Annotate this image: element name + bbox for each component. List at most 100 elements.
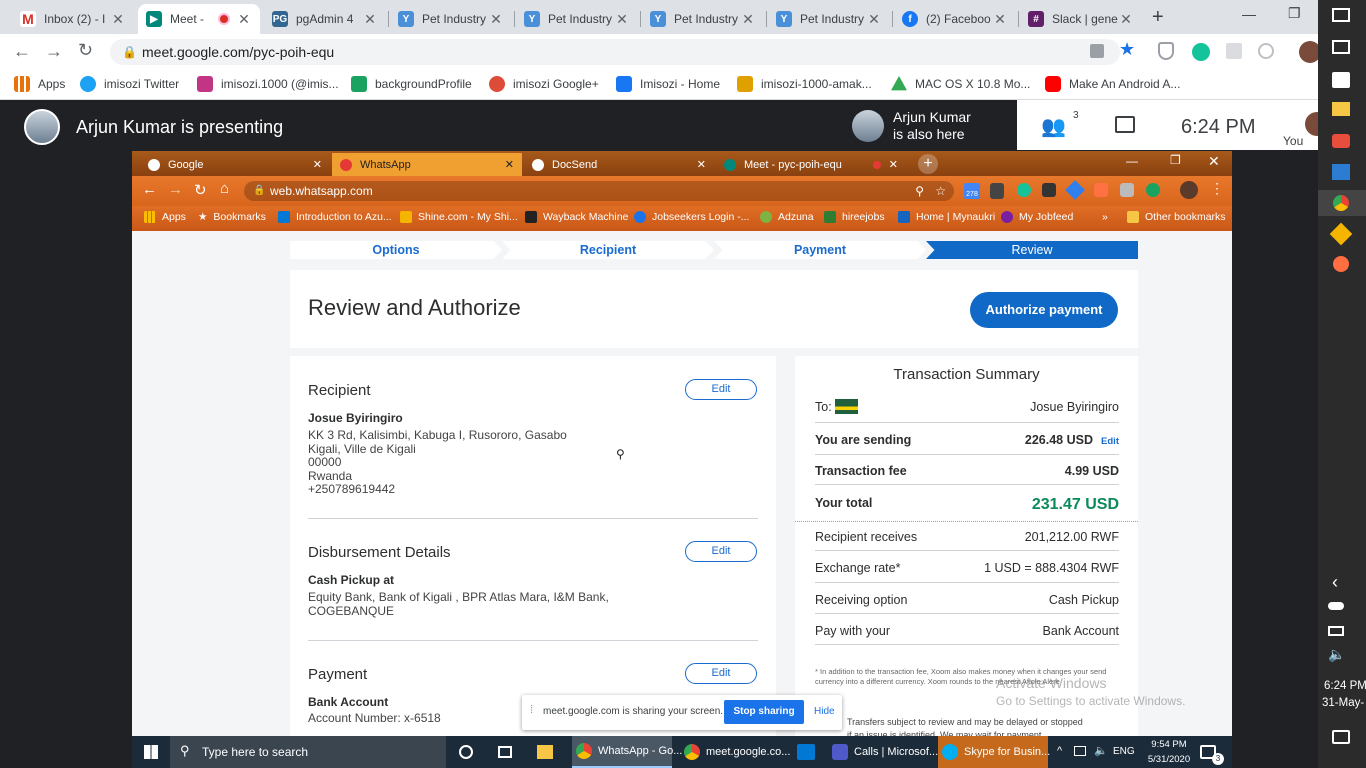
task-view-icon[interactable] [498,746,512,758]
edit-recipient-button[interactable]: Edit [685,379,757,400]
back-icon[interactable]: ← [13,41,31,62]
step-options[interactable]: Options [290,241,502,259]
bookmark-item[interactable]: Shine.com - My Shi... [400,211,518,223]
menu-icon[interactable]: ⋮ [1210,180,1224,197]
bookmark-apps[interactable]: Apps [14,76,65,92]
taskbar-meet[interactable]: meet.google.co... [680,736,790,768]
outer-tab-gmail[interactable]: M Inbox (2) - I ✕ [12,4,134,34]
explorer-icon[interactable] [537,745,553,759]
extension-icon[interactable] [1226,43,1242,59]
bookmark-item[interactable]: hireejobs [824,211,885,223]
tray-chevron-icon[interactable]: ^ [1057,745,1062,757]
app-icon[interactable] [1329,222,1353,246]
extension-icon[interactable] [1094,183,1108,197]
minimize-icon[interactable]: — [1242,6,1256,22]
onedrive-icon[interactable] [1328,602,1344,610]
inner-url-field[interactable]: 🔒 web.whatsapp.com ⚲ ☆ [244,181,954,201]
chat-icon[interactable] [1115,116,1135,133]
edit-amount-link[interactable]: Edit [1101,436,1119,447]
close-tab-icon[interactable]: ✕ [1118,11,1134,28]
outer-tab-pgadmin[interactable]: PG pgAdmin 4 ✕ [264,4,386,34]
bookmark-folder[interactable]: ★ Bookmarks [198,211,266,223]
new-tab-icon[interactable]: + [918,154,938,174]
edit-disbursement-button[interactable]: Edit [685,541,757,562]
volume-icon[interactable]: 🔈 [1328,646,1345,663]
zoom-icon[interactable]: ⚲ [915,181,924,201]
close-tab-icon[interactable]: ✕ [505,158,514,171]
close-tab-icon[interactable]: ✕ [362,11,378,28]
bookmark-star-icon[interactable]: ☆ [935,181,946,201]
grammarly-icon[interactable] [1192,43,1210,61]
extension-icon[interactable] [1120,183,1134,197]
bookmark-item[interactable]: MAC OS X 10.8 Mo... [891,76,1030,92]
store-icon[interactable] [1332,72,1350,88]
window-icon[interactable] [1332,40,1350,54]
reload-icon[interactable]: ↻ [194,181,207,199]
minimize-icon[interactable]: — [1126,154,1138,168]
volume-icon[interactable]: 🔈 [1094,744,1108,757]
extension-icon[interactable] [990,183,1004,199]
step-payment[interactable]: Payment [714,241,926,259]
forward-icon[interactable]: → [45,41,63,62]
bookmark-item[interactable]: My Jobfeed [1001,211,1073,223]
close-tab-icon[interactable]: ✕ [697,158,706,171]
outlook-icon[interactable] [797,744,815,760]
close-tab-icon[interactable]: ✕ [866,11,882,28]
inner-tab-whatsapp[interactable]: WhatsApp ✕ [332,153,522,176]
bookmark-item[interactable]: imisozi Twitter [80,76,179,92]
taskbar-clock[interactable]: 9:54 PM [1144,739,1194,750]
extension-icon[interactable] [1042,183,1056,197]
maximize-icon[interactable]: ❐ [1170,153,1181,167]
close-tab-icon[interactable]: ✕ [992,11,1008,28]
inner-tab-meet[interactable]: Meet - pyc-poih-equ ✕ [716,153,906,176]
close-window-icon[interactable]: ✕ [1208,153,1220,170]
extension-icon[interactable] [1146,183,1160,197]
profile-avatar[interactable] [1180,181,1198,199]
task-view-icon[interactable] [1332,8,1350,22]
drag-handle-icon[interactable]: ⁞ [530,704,533,716]
outer-tab-pet-industry[interactable]: Y Pet Industry ✕ [768,4,890,34]
outer-tab-slack[interactable]: # Slack | gene ✕ [1020,4,1142,34]
taskbar-date[interactable]: 5/31/2020 [1140,754,1198,765]
edit-payment-button[interactable]: Edit [685,663,757,684]
outer-tab-pet-industry[interactable]: Y Pet Industry ✕ [642,4,764,34]
outer-tab-facebook[interactable]: f (2) Faceboo ✕ [894,4,1016,34]
authorize-payment-button[interactable]: Authorize payment [970,292,1118,328]
close-tab-icon[interactable]: ✕ [614,11,630,28]
bookmark-star-icon[interactable]: ★ [1119,39,1135,60]
bookmark-apps[interactable]: Apps [144,211,186,223]
battery-icon[interactable] [1328,626,1344,636]
extension-badge[interactable]: 278 [964,183,980,199]
cortana-icon[interactable] [459,745,473,759]
close-tab-icon[interactable]: ✕ [740,11,756,28]
outer-tab-pet-industry[interactable]: Y Pet Industry ✕ [390,4,512,34]
notification-icon[interactable] [1332,730,1350,744]
outer-url-field[interactable]: 🔒 meet.google.com/pyc-poih-equ [110,39,1120,65]
taskbar-search[interactable]: ⚲ Type here to search [170,736,446,768]
cast-icon[interactable] [1090,44,1104,58]
back-icon[interactable]: ← [142,181,157,198]
forward-icon[interactable]: → [168,181,183,198]
bookmark-item[interactable]: Home | Mynaukri [898,211,995,223]
shield-icon[interactable] [1158,42,1174,60]
taskbar-skype[interactable]: Skype for Busin... [938,736,1050,768]
hide-button[interactable]: Hide [814,706,835,717]
close-tab-icon[interactable]: ✕ [236,11,252,28]
stop-sharing-button[interactable]: Stop sharing [724,700,804,724]
bookmark-item[interactable]: Make An Android A... [1045,76,1180,92]
other-bookmarks[interactable]: Other bookmarks [1127,211,1226,223]
bookmark-item[interactable]: Wayback Machine [525,211,628,223]
close-tab-icon[interactable]: ✕ [488,11,504,28]
app-icon[interactable] [1332,134,1350,148]
extension-icon[interactable] [1065,180,1085,200]
chevron-left-icon[interactable]: ‹ [1332,572,1338,593]
bookmark-item[interactable]: backgroundProfile [351,76,472,92]
more-bookmarks-button[interactable]: » [1102,211,1108,223]
step-recipient[interactable]: Recipient [502,241,714,259]
outer-tab-pet-industry[interactable]: Y Pet Industry ✕ [516,4,638,34]
inner-tab-google[interactable]: Google ✕ [140,153,330,176]
taskbar-whatsapp[interactable]: WhatsApp - Go... [572,736,682,768]
new-tab-icon[interactable]: + [1152,6,1164,29]
chrome-icon[interactable] [1333,195,1349,211]
close-tab-icon[interactable]: ✕ [313,158,322,171]
